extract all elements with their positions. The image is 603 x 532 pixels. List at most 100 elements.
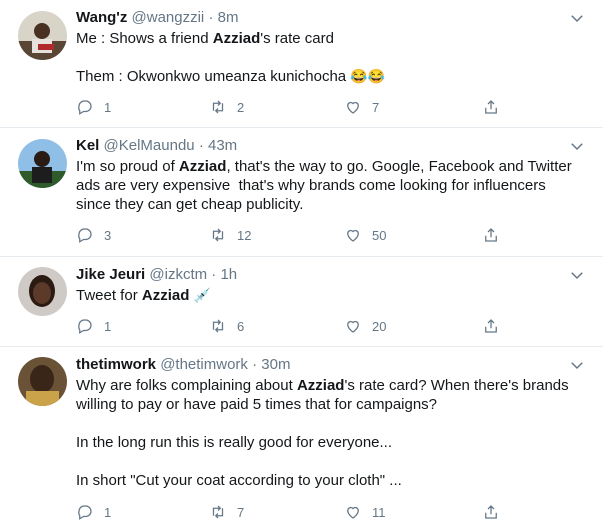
avatar[interactable] — [18, 11, 67, 60]
tweet-line: I'm so proud of Azziad, that's the way t… — [76, 158, 572, 175]
like-count: 20 — [372, 318, 387, 334]
retweet-count: 2 — [237, 99, 245, 115]
timestamp[interactable]: 1h — [220, 266, 237, 283]
retweet-icon — [212, 319, 224, 333]
share-icon — [485, 228, 497, 242]
like-count: 11 — [372, 504, 386, 520]
reply-button[interactable]: 1 — [76, 316, 111, 336]
chevron-down-icon[interactable] — [568, 266, 586, 284]
tweet-actions: 3 12 50 — [76, 225, 506, 245]
chevron-down-icon[interactable] — [568, 137, 586, 155]
avatar[interactable] — [18, 139, 67, 188]
handle[interactable]: @KelMaundu — [104, 137, 195, 154]
like-button[interactable]: 11 — [344, 502, 386, 522]
separator-dot: · — [198, 137, 204, 154]
tweet-line — [76, 414, 586, 433]
heart-icon — [347, 506, 359, 519]
retweet-button[interactable]: 7 — [209, 502, 244, 522]
reply-count: 3 — [104, 227, 112, 243]
tweet-actions: 1 6 20 — [76, 316, 506, 336]
tweet[interactable]: Jike Jeuri @izkctm · 1h Tweet for Azziad… — [0, 257, 603, 347]
reply-count: 1 — [104, 504, 112, 520]
avatar[interactable] — [18, 357, 67, 406]
tweet-line: since they can get cheap publicity. — [76, 196, 304, 213]
retweet-button[interactable]: 12 — [209, 225, 251, 245]
tweet-header: Wang'z @wangzzii · 8m — [76, 9, 238, 27]
tweet-text: Me : Shows a friend Azziad's rate card T… — [76, 29, 586, 86]
handle[interactable]: @wangzzii — [132, 9, 205, 26]
share-icon — [485, 319, 497, 333]
like-count: 7 — [372, 99, 380, 115]
tweet-actions: 1 7 11 — [76, 502, 506, 522]
display-name[interactable]: Jike Jeuri — [76, 266, 145, 283]
handle[interactable]: @thetimwork — [160, 356, 248, 373]
tweet-header: thetimwork @thetimwork · 30m — [76, 356, 290, 374]
tweet-line: Tweet for Azziad 💉 — [76, 287, 211, 304]
tweet-line: ads are very expensive that's why brands… — [76, 177, 546, 194]
share-button[interactable] — [482, 225, 510, 245]
retweet-icon — [212, 505, 224, 519]
reply-icon — [78, 319, 92, 334]
share-button[interactable] — [482, 316, 510, 336]
tweet-text: I'm so proud of Azziad, that's the way t… — [76, 157, 586, 214]
reply-count: 1 — [104, 318, 112, 334]
retweet-count: 12 — [237, 227, 252, 243]
tweet-actions: 1 2 7 — [76, 97, 506, 117]
tweet-text: Tweet for Azziad 💉 — [76, 286, 586, 305]
retweet-count: 7 — [237, 504, 245, 520]
separator-dot: · — [208, 9, 214, 26]
tweet[interactable]: Wang'z @wangzzii · 8m Me : Shows a frien… — [0, 0, 603, 128]
separator-dot: · — [252, 356, 258, 373]
reply-count: 1 — [104, 99, 112, 115]
timestamp[interactable]: 30m — [261, 356, 290, 373]
tweet[interactable]: Kel @KelMaundu · 43m I'm so proud of Azz… — [0, 128, 603, 257]
reply-icon — [78, 100, 92, 115]
chevron-down-icon[interactable] — [568, 9, 586, 27]
heart-icon — [347, 101, 359, 114]
like-count: 50 — [372, 227, 387, 243]
tweet-line: In the long run this is really good for … — [76, 434, 393, 451]
tweet-line: Why are folks complaining about Azziad's… — [76, 377, 569, 394]
like-button[interactable]: 20 — [344, 316, 386, 336]
syringe-emoji: 💉 — [193, 287, 211, 303]
tweet-line: Them : Okwonkwo umeanza kunichocha 😂😂 — [76, 68, 386, 85]
retweet-count: 6 — [237, 318, 245, 334]
display-name[interactable]: Wang'z — [76, 9, 127, 26]
tweet-line: willing to pay or have paid 5 times that… — [76, 396, 438, 413]
share-icon — [485, 100, 497, 114]
tweet-text: Why are folks complaining about Azziad's… — [76, 376, 586, 490]
reply-button[interactable]: 1 — [76, 502, 111, 522]
like-button[interactable]: 7 — [344, 97, 379, 117]
share-button[interactable] — [482, 502, 510, 522]
tweet[interactable]: thetimwork @thetimwork · 30m Why are fol… — [0, 347, 603, 532]
avatar[interactable] — [18, 267, 67, 316]
heart-icon — [347, 229, 359, 242]
timestamp[interactable]: 43m — [208, 137, 237, 154]
reply-icon — [78, 505, 92, 520]
tweet-line — [76, 48, 586, 67]
emoji: 😂😂 — [350, 68, 386, 84]
reply-button[interactable]: 3 — [76, 225, 111, 245]
tweet-header: Jike Jeuri @izkctm · 1h — [76, 266, 237, 284]
like-button[interactable]: 50 — [344, 225, 386, 245]
separator-dot: · — [211, 266, 217, 283]
retweet-button[interactable]: 2 — [209, 97, 244, 117]
retweet-button[interactable]: 6 — [209, 316, 244, 336]
tweet-header: Kel @KelMaundu · 43m — [76, 137, 237, 155]
handle[interactable]: @izkctm — [149, 266, 207, 283]
reply-icon — [78, 228, 92, 243]
display-name[interactable]: Kel — [76, 137, 99, 154]
tweet-feed: Wang'z @wangzzii · 8m Me : Shows a frien… — [0, 0, 603, 532]
chevron-down-icon[interactable] — [568, 356, 586, 374]
tweet-line: Me : Shows a friend Azziad's rate card — [76, 30, 334, 47]
retweet-icon — [212, 100, 224, 114]
display-name[interactable]: thetimwork — [76, 356, 156, 373]
reply-button[interactable]: 1 — [76, 97, 111, 117]
heart-icon — [347, 320, 359, 333]
tweet-line: In short "Cut your coat according to you… — [76, 472, 402, 489]
share-icon — [485, 505, 497, 519]
tweet-line — [76, 452, 586, 471]
retweet-icon — [212, 228, 224, 242]
share-button[interactable] — [482, 97, 510, 117]
timestamp[interactable]: 8m — [218, 9, 239, 26]
